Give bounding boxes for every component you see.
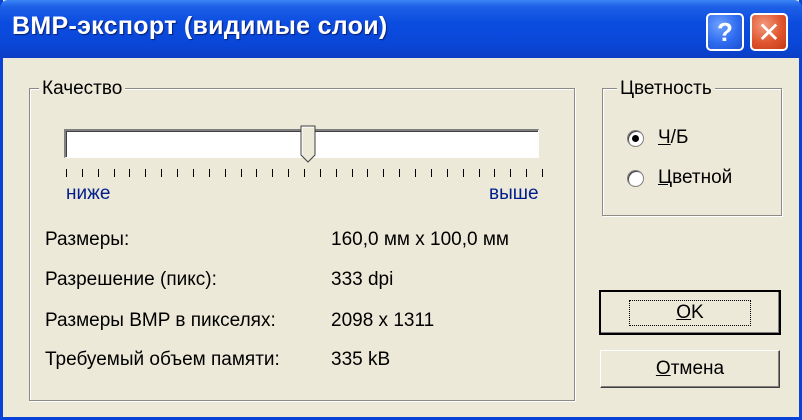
cancel-button-label: Отмена <box>655 358 725 379</box>
slider-tick <box>161 169 163 177</box>
slider-tick <box>66 169 67 177</box>
slider-tick <box>272 169 274 177</box>
color-mode-legend: Цветность <box>617 78 715 100</box>
size-value: 160,0 мм x 100,0 мм <box>331 229 509 250</box>
slider-tick <box>256 169 258 177</box>
ok-button-label: ОK <box>629 299 751 326</box>
slider-tick <box>494 169 496 177</box>
slider-tick <box>415 169 417 177</box>
cancel-button[interactable]: Отмена <box>600 350 780 388</box>
radio-color-label: Цветной <box>658 167 733 188</box>
window-title: BMP-экспорт (видимые слои) <box>12 12 388 40</box>
help-icon: ? <box>717 16 733 47</box>
resolution-label: Разрешение (пикс): <box>45 269 217 290</box>
close-icon: ✕ <box>757 15 781 49</box>
slider-high-label: выше <box>489 183 539 204</box>
slider-tick <box>224 169 226 177</box>
ok-button[interactable]: ОK <box>599 290 781 335</box>
bmp-export-dialog: BMP-экспорт (видимые слои) ? ✕ Качество … <box>0 0 802 420</box>
slider-tick <box>97 169 99 177</box>
slider-tick <box>478 169 480 177</box>
radio-bw-button[interactable] <box>627 129 644 147</box>
size-label: Размеры: <box>45 229 130 250</box>
slider-tick <box>81 169 83 177</box>
help-button[interactable]: ? <box>706 13 744 51</box>
slider-tick <box>430 169 432 177</box>
slider-tick <box>335 169 337 177</box>
slider-tick <box>129 169 131 177</box>
slider-tick <box>113 169 115 177</box>
slider-tick <box>145 169 147 177</box>
slider-tick <box>367 169 369 177</box>
slider-tick <box>510 169 512 177</box>
radio-color-button[interactable] <box>627 169 644 187</box>
slider-tick <box>288 169 290 177</box>
slider-tick <box>526 169 528 177</box>
slider-tick <box>208 169 210 177</box>
quality-slider-thumb[interactable] <box>300 125 316 163</box>
memory-label: Требуемый объем памяти: <box>45 349 280 370</box>
resolution-value: 333 dpi <box>331 269 394 290</box>
quality-legend: Качество <box>39 78 126 100</box>
slider-ticks <box>66 169 546 179</box>
close-button[interactable]: ✕ <box>750 13 788 51</box>
color-mode-group: Цветность Ч/Б Цветной <box>602 78 782 216</box>
title-bar[interactable]: BMP-экспорт (видимые слои) ? ✕ <box>0 0 802 58</box>
slider-tick <box>462 169 464 177</box>
slider-tick <box>240 169 242 177</box>
slider-tick <box>177 169 179 177</box>
bmp-pixel-size-label: Размеры BMP в пикселях: <box>45 310 276 331</box>
radio-color[interactable]: Цветной <box>627 167 732 189</box>
slider-tick <box>319 169 321 177</box>
quality-group: Качество ниже выше Размеры: 160,0 мм x 1… <box>29 78 575 401</box>
slider-tick <box>399 169 401 177</box>
memory-value: 335 kB <box>331 349 391 370</box>
slider-low-label: ниже <box>66 183 111 204</box>
slider-tick <box>192 169 194 177</box>
radio-bw-label: Ч/Б <box>658 127 689 148</box>
slider-tick <box>351 169 353 177</box>
radio-bw[interactable]: Ч/Б <box>627 127 688 149</box>
slider-tick <box>446 169 448 177</box>
slider-tick <box>304 169 305 177</box>
bmp-pixel-size-value: 2098 x 1311 <box>331 310 435 331</box>
slider-tick <box>383 169 385 177</box>
slider-tick <box>542 169 543 177</box>
